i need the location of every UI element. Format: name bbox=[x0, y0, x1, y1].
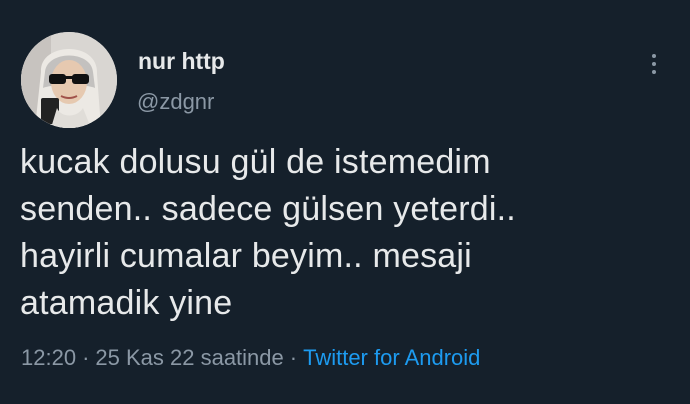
tweet-card: nur http @zdgnr kucak dolusu gül de iste… bbox=[0, 0, 690, 404]
tweet-date[interactable]: 25 Kas 22 saatinde bbox=[95, 345, 283, 370]
tweet-metadata: 12:20 · 25 Kas 22 saatinde · Twitter for And… bbox=[21, 344, 480, 372]
display-name[interactable]: nur http bbox=[138, 47, 225, 75]
separator: · bbox=[82, 345, 90, 370]
avatar[interactable] bbox=[21, 32, 117, 128]
tweet-text-line: atamadik yine bbox=[20, 284, 233, 322]
tweet-time[interactable]: 12:20 bbox=[21, 345, 76, 370]
separator: · bbox=[289, 345, 298, 370]
more-options-button[interactable] bbox=[642, 48, 666, 80]
tweet-text-line: senden.. sadece gülsen yeterdi.. bbox=[20, 190, 516, 228]
tweet-text: kucak dolusu gül de istemedim senden.. s… bbox=[20, 139, 670, 327]
more-vertical-icon bbox=[652, 54, 656, 58]
user-handle[interactable]: @zdgnr bbox=[137, 88, 214, 116]
tweet-text-line: hayirli cumalar beyim.. mesaji bbox=[20, 237, 472, 275]
avatar-photo bbox=[21, 32, 117, 128]
tweet-source-link[interactable]: Twitter for Android bbox=[303, 345, 480, 370]
tweet-text-line: kucak dolusu gül de istemedim bbox=[20, 143, 491, 181]
